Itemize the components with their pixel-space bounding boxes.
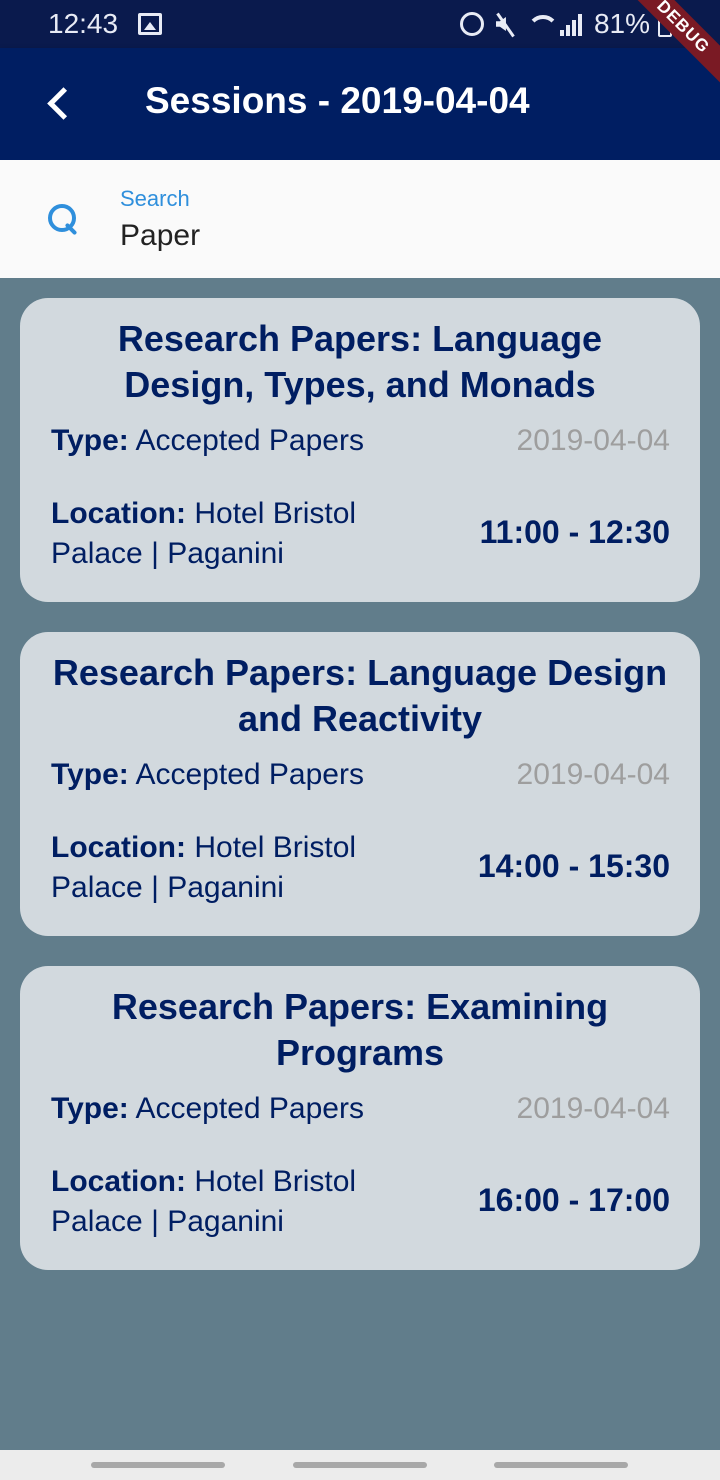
image-icon xyxy=(138,13,162,35)
session-card[interactable]: Research Papers: Language Design, Types,… xyxy=(20,298,700,602)
session-time: 11:00 - 12:30 xyxy=(479,514,670,550)
search-label: Search xyxy=(120,186,190,211)
type-label: Type: xyxy=(51,1092,129,1125)
session-time: 14:00 - 15:30 xyxy=(477,848,670,884)
location-label: Location: xyxy=(51,497,186,530)
session-time: 16:00 - 17:00 xyxy=(477,1182,670,1218)
session-date: 2019-04-04 xyxy=(516,1092,670,1125)
nav-recents-button[interactable] xyxy=(91,1462,225,1468)
search-input[interactable] xyxy=(120,216,680,256)
location-label: Location: xyxy=(51,1165,186,1198)
session-date: 2019-04-04 xyxy=(516,424,670,457)
status-bar: 12:43 81% xyxy=(0,0,720,48)
signal-icon xyxy=(559,12,586,36)
mute-icon xyxy=(492,11,518,37)
type-value: Accepted Papers xyxy=(135,758,364,791)
nav-back-button[interactable] xyxy=(494,1462,628,1468)
search-area: Search xyxy=(0,160,720,278)
system-nav-bar xyxy=(0,1450,720,1480)
session-type: Type: Accepted Papers xyxy=(51,424,364,458)
app-bar: Sessions - 2019-04-04 xyxy=(0,48,720,160)
session-title: Research Papers: Language Design and Rea… xyxy=(52,652,668,739)
type-label: Type: xyxy=(51,758,129,791)
wifi-icon xyxy=(526,11,552,37)
session-date: 2019-04-04 xyxy=(516,758,670,791)
status-icons: 81% xyxy=(459,6,672,42)
location-label: Location: xyxy=(51,831,186,864)
battery-percent: 81% xyxy=(593,8,650,39)
back-arrow-icon[interactable] xyxy=(40,84,80,124)
session-card[interactable]: Research Papers: Examining Programs Type… xyxy=(20,966,700,1270)
session-title: Research Papers: Examining Programs xyxy=(111,986,609,1073)
type-value: Accepted Papers xyxy=(135,1092,364,1125)
type-label: Type: xyxy=(51,424,129,457)
session-location: Location: Hotel Bristol Palace | Paganin… xyxy=(51,1162,421,1242)
session-location: Location: Hotel Bristol Palace | Paganin… xyxy=(51,494,421,574)
status-time: 12:43 xyxy=(48,8,119,39)
session-location: Location: Hotel Bristol Palace | Paganin… xyxy=(51,828,421,908)
alarm-icon xyxy=(459,12,484,36)
session-card[interactable]: Research Papers: Language Design and Rea… xyxy=(20,632,700,936)
session-type: Type: Accepted Papers xyxy=(51,1092,364,1126)
page-title: Sessions - 2019-04-04 xyxy=(145,80,530,121)
session-title: Research Papers: Language Design, Types,… xyxy=(117,318,603,405)
search-icon xyxy=(44,200,84,240)
type-value: Accepted Papers xyxy=(135,424,364,457)
session-type: Type: Accepted Papers xyxy=(51,758,364,792)
nav-home-button[interactable] xyxy=(293,1462,427,1468)
